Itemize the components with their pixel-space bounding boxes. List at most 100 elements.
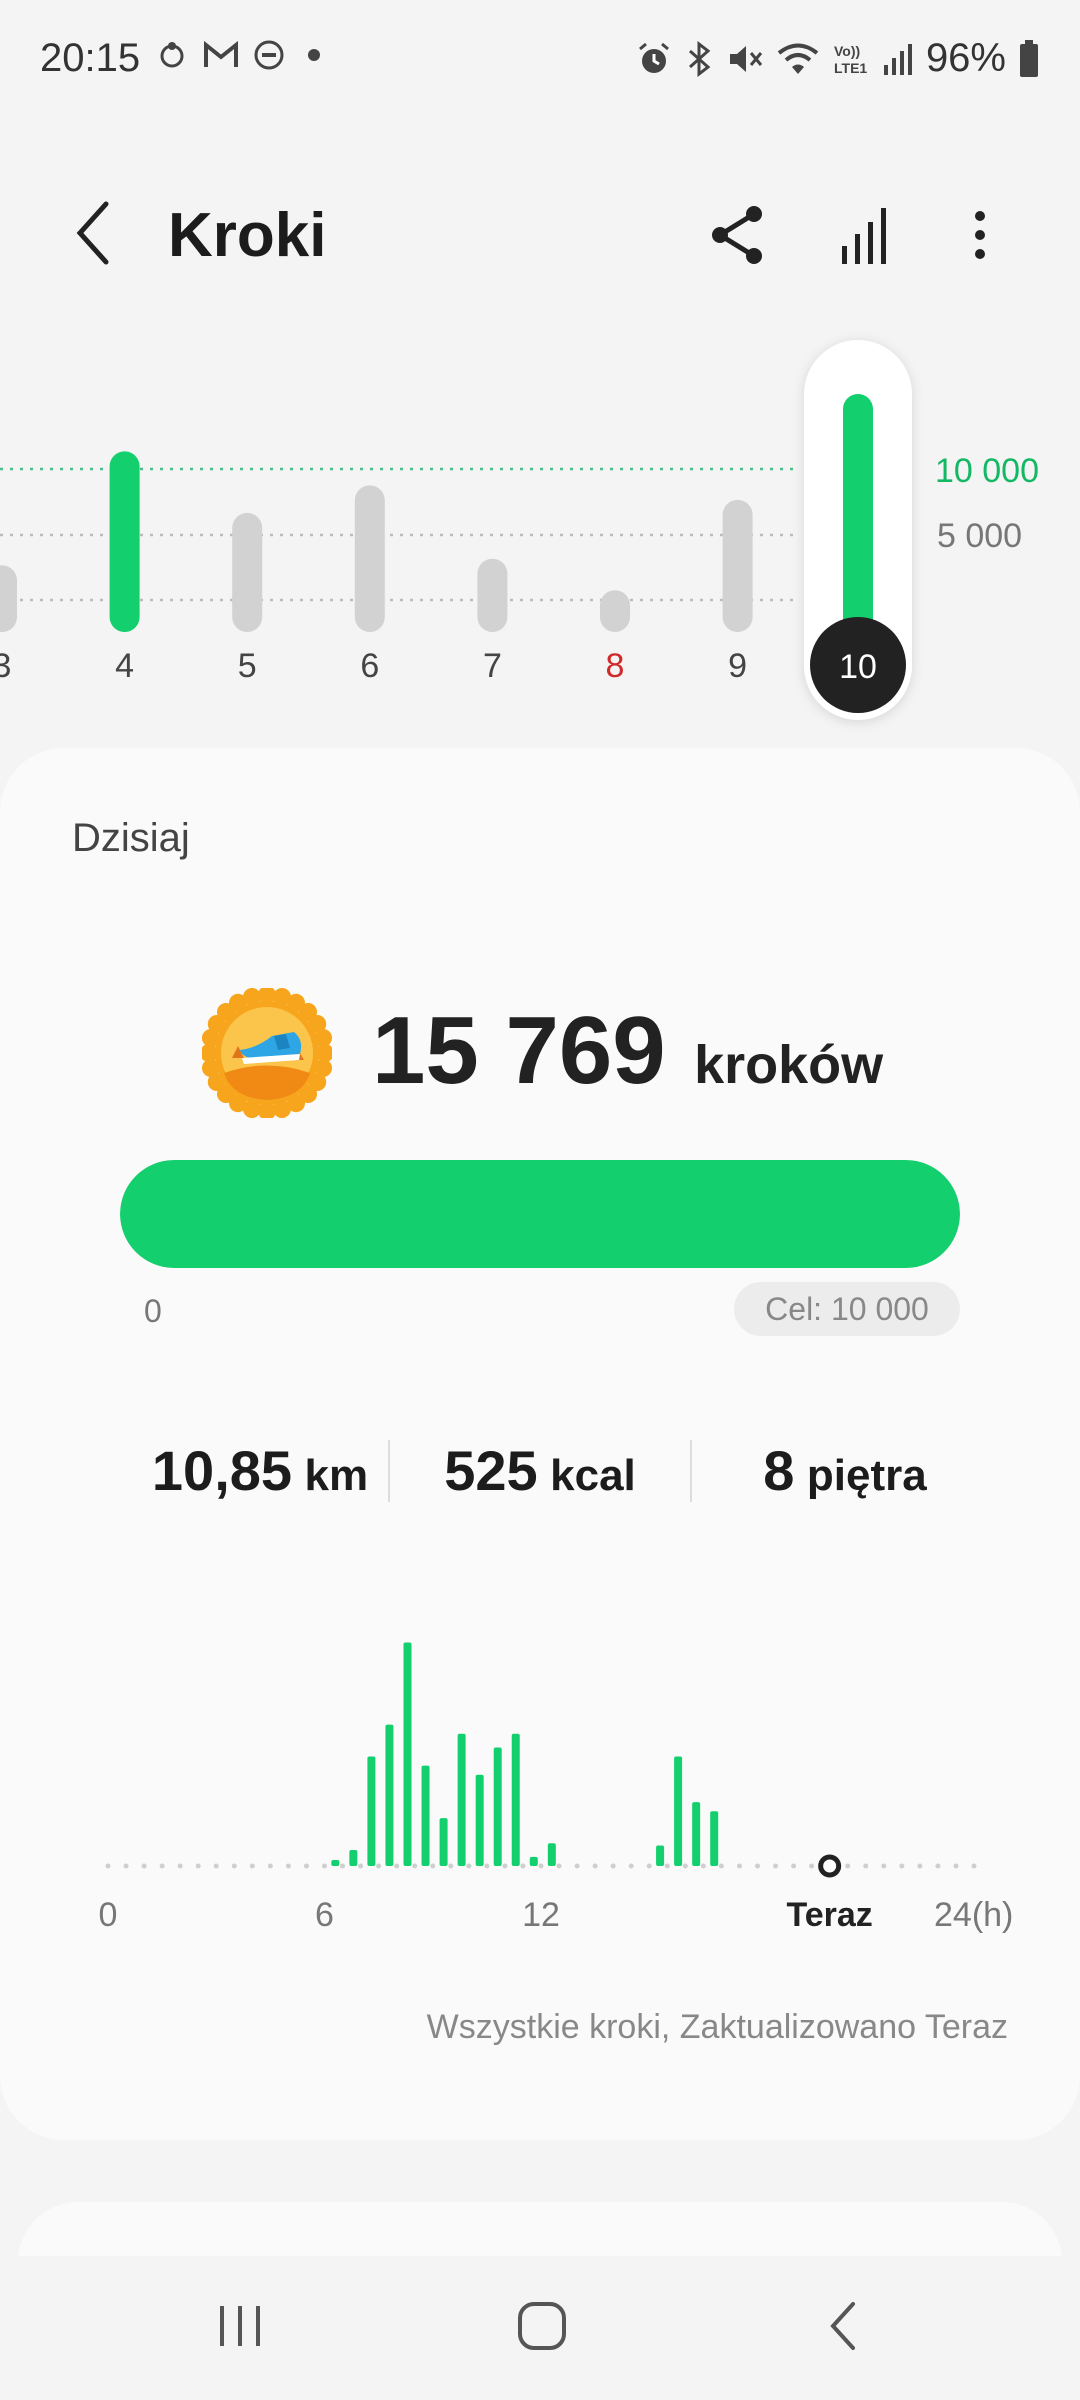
x-tick-label: 0 bbox=[99, 1896, 118, 1934]
baseline-dot bbox=[520, 1863, 526, 1869]
baseline-dot bbox=[773, 1863, 779, 1869]
hourly-bar bbox=[457, 1733, 466, 1866]
gmail-icon bbox=[204, 40, 238, 67]
share-button[interactable] bbox=[706, 202, 772, 268]
baseline-dot bbox=[484, 1863, 490, 1869]
baseline-dot bbox=[340, 1863, 346, 1869]
day-label-4[interactable]: 4 bbox=[115, 647, 134, 685]
mute-icon bbox=[729, 45, 763, 72]
dot-icon bbox=[308, 49, 320, 61]
x-tick-label: 12 bbox=[522, 1896, 560, 1934]
x-tick-label: 6 bbox=[315, 1896, 334, 1934]
day-bar-7[interactable] bbox=[477, 558, 508, 632]
wifi-icon bbox=[777, 43, 819, 74]
goal-axis-label: 10 000 bbox=[935, 452, 1039, 490]
baseline-dot bbox=[899, 1863, 905, 1869]
baseline-dot bbox=[556, 1863, 562, 1869]
calories-value: 525 bbox=[444, 1439, 538, 1502]
navigation-bar bbox=[0, 2256, 1080, 2400]
calories-stat: 525 kcal bbox=[410, 1438, 670, 1503]
baseline-dot bbox=[610, 1863, 616, 1869]
baseline-dot bbox=[231, 1863, 237, 1869]
home-icon[interactable] bbox=[512, 2296, 572, 2356]
now-marker bbox=[818, 1854, 842, 1878]
x-tick-label: Teraz bbox=[787, 1896, 873, 1934]
baseline-dot bbox=[592, 1863, 598, 1869]
week-chart: 10 000 5 000 3 4 5 6 7 8 9 10 bbox=[0, 330, 1080, 750]
status-time: 20:15 bbox=[40, 36, 141, 80]
baseline-dot bbox=[376, 1863, 382, 1869]
baseline-dot bbox=[358, 1863, 364, 1869]
signal-icon bbox=[883, 43, 912, 75]
baseline-dot bbox=[141, 1863, 147, 1869]
chevron-left-icon bbox=[76, 201, 109, 265]
goal-progress-fill bbox=[120, 1160, 960, 1268]
day-label-8[interactable]: 8 bbox=[606, 647, 625, 685]
back-nav-icon[interactable] bbox=[815, 2296, 875, 2356]
day-bar-3[interactable] bbox=[0, 565, 17, 632]
day-label-3[interactable]: 3 bbox=[0, 647, 11, 685]
baseline-dot bbox=[646, 1863, 652, 1869]
trends-button[interactable] bbox=[830, 202, 896, 268]
bar-chart-icon bbox=[842, 208, 886, 264]
hourly-bar bbox=[656, 1845, 665, 1866]
distance-stat: 10,85 km bbox=[130, 1438, 390, 1503]
baseline-dot bbox=[159, 1863, 165, 1869]
baseline-dot bbox=[285, 1863, 291, 1869]
recent-apps-icon[interactable] bbox=[210, 2296, 270, 2356]
hourly-bar bbox=[674, 1756, 683, 1866]
day-bar-4[interactable] bbox=[109, 451, 140, 632]
do-not-disturb-icon bbox=[254, 40, 284, 70]
baseline-dot bbox=[303, 1863, 309, 1869]
hourly-bar bbox=[511, 1733, 520, 1866]
day-bar-9[interactable] bbox=[722, 499, 753, 632]
day-bar-6[interactable] bbox=[354, 485, 385, 632]
hourly-steps-chart: 0 6 12 Teraz 24(h) bbox=[99, 1642, 1013, 1934]
section-label: Dzisiaj bbox=[72, 816, 190, 860]
baseline-dot bbox=[682, 1863, 688, 1869]
baseline-dot bbox=[412, 1863, 418, 1869]
progress-min-label: 0 bbox=[144, 1293, 162, 1329]
calories-unit: kcal bbox=[550, 1451, 636, 1500]
battery-percent: 96% bbox=[925, 36, 1006, 80]
distance-unit: km bbox=[304, 1451, 369, 1500]
baseline-dot bbox=[538, 1863, 544, 1869]
day-label-6[interactable]: 6 bbox=[360, 647, 379, 685]
more-options-button[interactable] bbox=[955, 202, 1005, 268]
hourly-bar bbox=[349, 1850, 358, 1866]
baseline-dot bbox=[213, 1863, 219, 1869]
page-title: Kroki bbox=[168, 201, 327, 270]
baseline-dot bbox=[430, 1863, 436, 1869]
share-icon bbox=[712, 206, 762, 264]
baseline-dot bbox=[249, 1863, 255, 1869]
baseline-dot bbox=[195, 1863, 201, 1869]
week-chart-svg: 10 000 5 000 3 4 5 6 7 8 9 10 bbox=[0, 340, 1039, 720]
today-card[interactable]: Dzisiaj 15 769 kroków 0 Cel: 10 000 10,8… bbox=[0, 748, 1080, 2140]
stat-divider bbox=[388, 1440, 390, 1502]
baseline-dot bbox=[809, 1863, 815, 1869]
baseline-dot bbox=[917, 1863, 923, 1869]
day-label-5[interactable]: 5 bbox=[238, 647, 257, 685]
day-bar-5[interactable] bbox=[232, 512, 263, 632]
back-button[interactable] bbox=[60, 198, 130, 268]
day-label-10[interactable]: 10 bbox=[839, 648, 877, 686]
baseline-dot bbox=[466, 1863, 472, 1869]
baseline-dot bbox=[628, 1863, 634, 1869]
goal-progress-track bbox=[120, 1160, 960, 1268]
baseline-dot bbox=[574, 1863, 580, 1869]
baseline-dot bbox=[105, 1863, 111, 1869]
next-card-peek[interactable] bbox=[18, 2202, 1062, 2262]
sneaker-badge-icon bbox=[202, 988, 332, 1118]
volte-icon: Vo)) LTE1 bbox=[834, 43, 867, 76]
more-vertical-icon bbox=[975, 211, 985, 259]
baseline-dot bbox=[953, 1863, 959, 1869]
updated-footer: Wszystkie kroki, Zaktualizowano Teraz bbox=[426, 2008, 1008, 2046]
day-bar-8[interactable] bbox=[600, 590, 630, 632]
day-label-9[interactable]: 9 bbox=[728, 647, 747, 685]
distance-value: 10,85 bbox=[151, 1439, 293, 1502]
hourly-bar bbox=[692, 1802, 701, 1866]
day-label-7[interactable]: 7 bbox=[483, 647, 502, 685]
status-bar: 20:15 Vo)) LTE1 96% bbox=[0, 0, 1080, 120]
floors-unit: piętra bbox=[806, 1451, 927, 1500]
baseline-dot bbox=[718, 1863, 724, 1869]
